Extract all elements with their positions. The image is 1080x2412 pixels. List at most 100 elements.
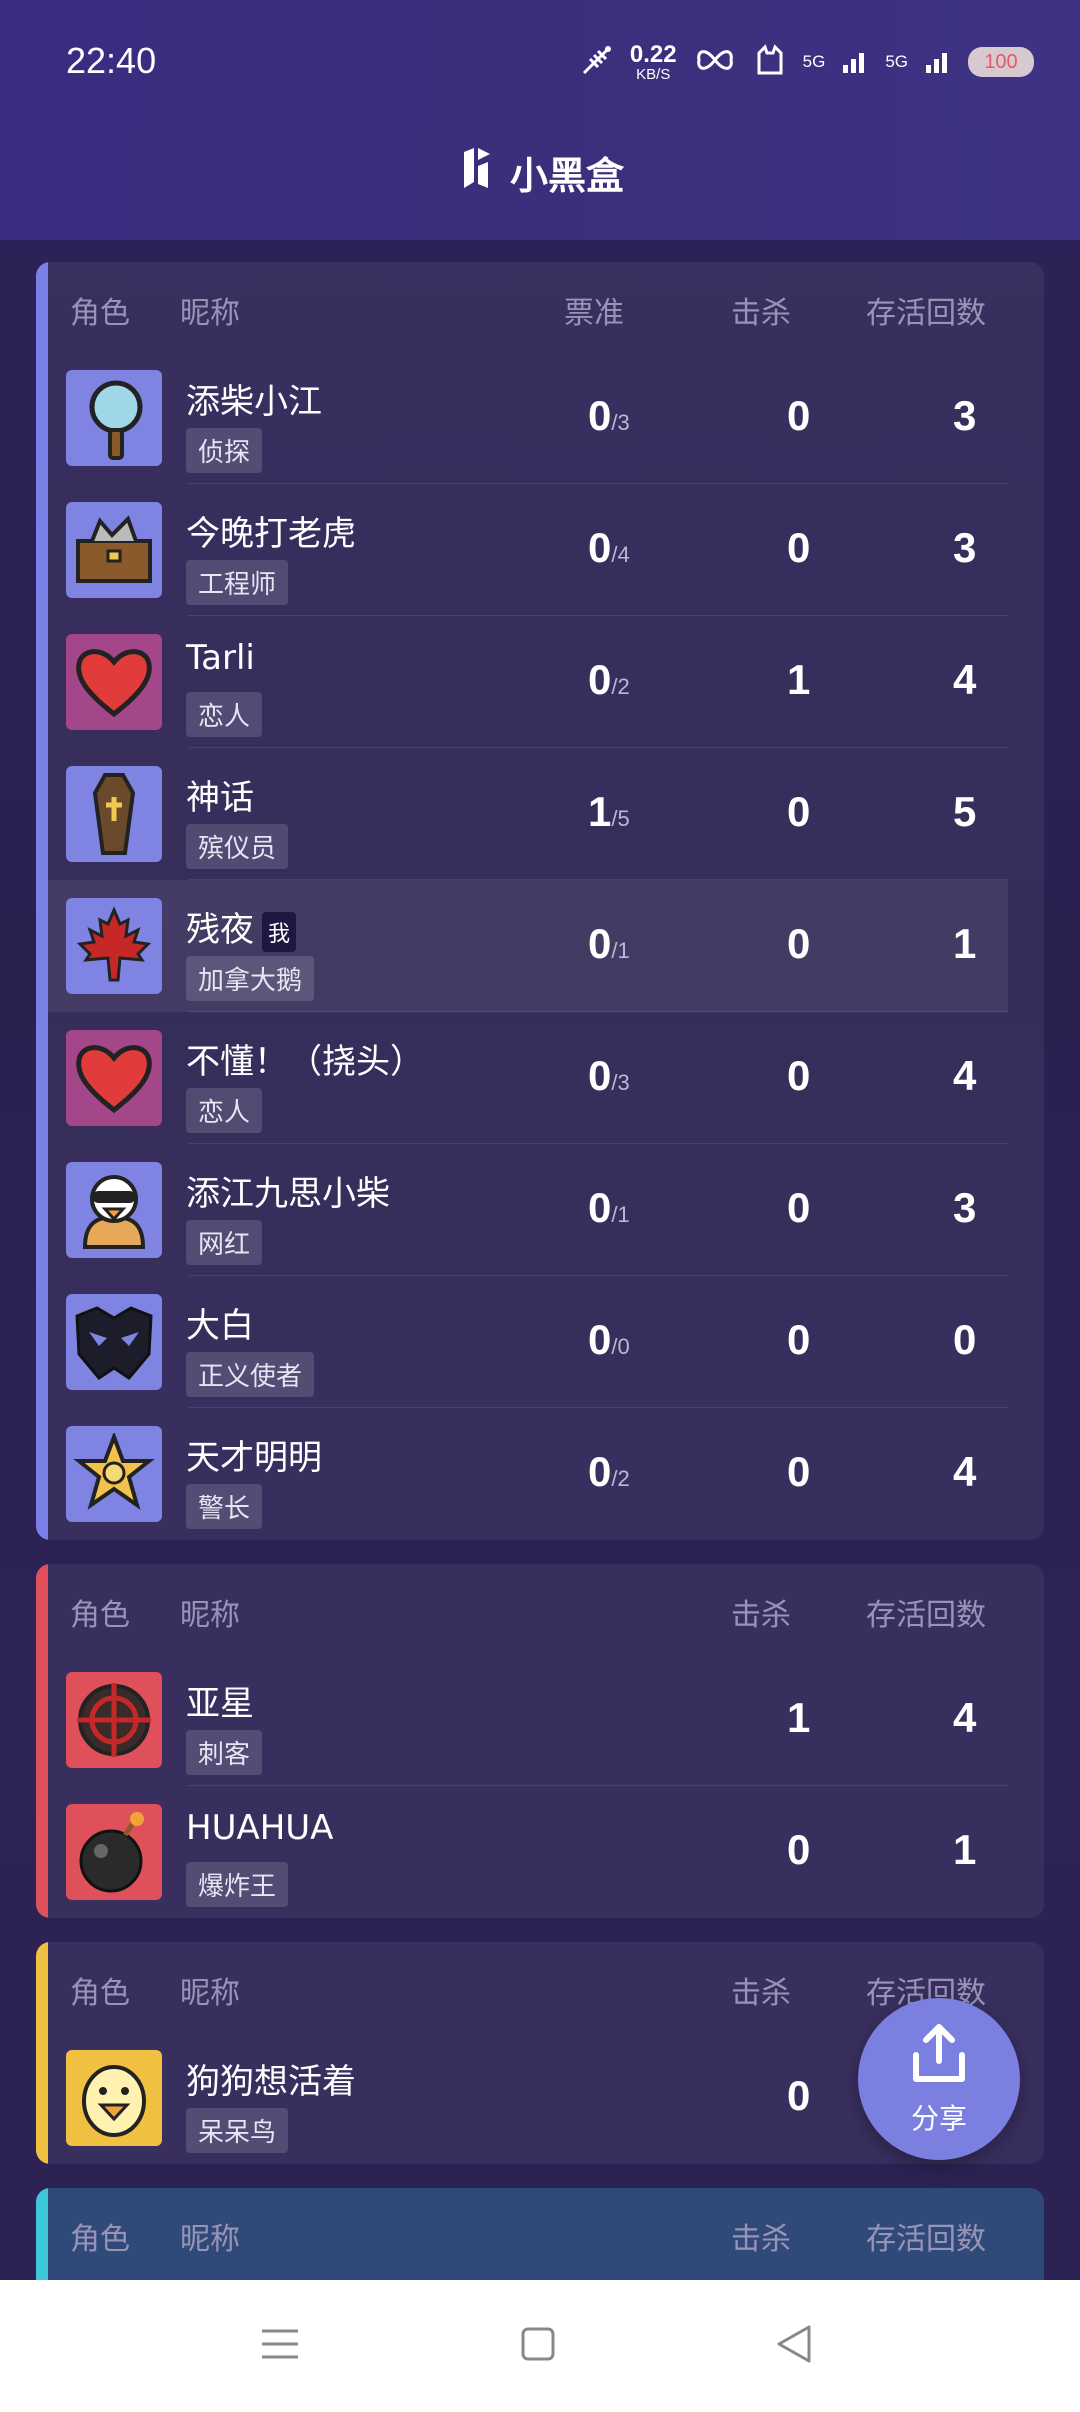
survive-rounds: 4	[953, 656, 977, 703]
player-row[interactable]: HUAHUA 爆炸王 0 1	[48, 1786, 1008, 1918]
maple-leaf-icon	[66, 898, 162, 994]
player-nickname: 今晚打老虎	[186, 514, 356, 554]
col-kill: 击杀	[731, 296, 791, 331]
app-brand: 小黑盒	[0, 145, 1080, 200]
kill-count: 0	[787, 1316, 811, 1363]
survive-rounds: 4	[953, 1694, 977, 1741]
player-row[interactable]: Tarli 恋人 0/2 1 4	[48, 616, 1008, 748]
share-label: 分享	[910, 2102, 967, 2135]
battery-indicator: 100	[968, 47, 1034, 77]
player-row[interactable]: 添柴小江 侦探 0/3 0 3	[48, 352, 1008, 484]
vote-accuracy: 0/4	[588, 524, 630, 571]
fishbone-icon	[580, 43, 614, 81]
home-square-icon	[520, 2326, 556, 2366]
kill-count: 1	[787, 1694, 811, 1741]
player-row[interactable]: 神话 殡仪员 1/5 0 5	[48, 748, 1008, 880]
heart-icon	[66, 634, 162, 730]
kill-count: 0	[787, 392, 811, 439]
player-role: 网红	[186, 1220, 263, 1265]
top-bar: 22:40 0.22 KB/S 5G 5G 100 小黑盒	[0, 0, 1080, 240]
vote-accuracy: 1/5	[588, 788, 630, 835]
back-nav-button[interactable]	[758, 2310, 830, 2382]
survive-rounds: 4	[953, 1052, 977, 1099]
col-role: 角色	[70, 296, 130, 331]
network-speed: 0.22 KB/S	[629, 40, 677, 83]
magnifier-icon	[66, 370, 162, 466]
cat-face-icon	[753, 43, 787, 81]
player-row[interactable]: 添江九思小柴 网红 0/1 0 3	[48, 1144, 1008, 1276]
influencer-goose-icon	[66, 1162, 162, 1258]
heart-icon	[66, 1030, 162, 1126]
col-nickname: 昵称	[180, 296, 240, 331]
player-role: 工程师	[186, 560, 289, 605]
team-accent-stripe	[36, 262, 48, 1540]
toolbox-icon	[66, 502, 162, 598]
column-headers: 角色 昵称 击杀 存活回数	[36, 1564, 1044, 1654]
player-nickname: 狗狗想活着	[186, 2062, 356, 2102]
signal-bars-icon-2	[924, 45, 952, 79]
vote-accuracy: 0/3	[588, 1052, 630, 1099]
col-role: 角色	[70, 1976, 130, 2011]
player-role: 爆炸王	[186, 1862, 289, 1907]
col-role: 角色	[70, 1598, 130, 1633]
crosshair-icon	[66, 1672, 162, 1768]
col-vote: 票准	[564, 296, 624, 331]
player-row[interactable]: 大白 正义使者 0/0 0 0	[48, 1276, 1008, 1408]
share-button[interactable]: 分享	[858, 1998, 1020, 2160]
kill-count: 1	[787, 656, 811, 703]
signal-5g-2: 5G	[885, 52, 908, 71]
player-role: 刺客	[186, 1730, 263, 1775]
vote-accuracy: 0/2	[588, 656, 630, 703]
col-nickname: 昵称	[180, 2222, 240, 2257]
sheriff-star-icon	[66, 1426, 162, 1522]
column-headers: 角色 昵称 票准 击杀 存活回数	[36, 262, 1044, 352]
share-icon	[906, 2021, 972, 2091]
player-nickname: Tarli	[186, 638, 255, 678]
screen: 22:40 0.22 KB/S 5G 5G 100 小黑盒 角色 昵称 票准 击…	[0, 0, 1080, 2412]
signal-5g-1: 5G	[802, 52, 826, 71]
me-badge: 我	[262, 911, 297, 952]
player-nickname: 添柴小江	[186, 382, 322, 422]
col-nickname: 昵称	[180, 1598, 240, 1633]
player-row-me[interactable]: 残夜我 加拿大鹅 0/1 0 1	[48, 880, 1008, 1012]
status-time: 22:40	[66, 40, 157, 81]
col-survive: 存活回数	[866, 296, 986, 331]
player-nickname: 亚星	[186, 1684, 254, 1724]
survive-rounds: 3	[953, 524, 977, 571]
vote-accuracy: 0/2	[588, 1448, 630, 1495]
bomb-icon	[66, 1804, 162, 1900]
menu-nav-button[interactable]	[244, 2310, 316, 2382]
kill-count: 0	[787, 2072, 811, 2119]
kill-count: 0	[787, 1826, 811, 1873]
player-row[interactable]: 不懂！（挠头） 恋人 0/3 0 4	[48, 1012, 1008, 1144]
kill-count: 0	[787, 1184, 811, 1231]
vote-accuracy: 0/1	[588, 1184, 630, 1231]
signal-bars-icon-1	[841, 45, 869, 79]
player-role: 呆呆鸟	[186, 2108, 289, 2153]
team-card-2: 角色 昵称 击杀 存活回数 亚星 刺客 1 4 HUAHUA 爆炸王 0 1	[36, 1564, 1044, 1918]
kill-count: 0	[787, 788, 811, 835]
player-role: 恋人	[186, 692, 263, 737]
kill-count: 0	[787, 1052, 811, 1099]
survive-rounds: 3	[953, 392, 977, 439]
vote-accuracy: 0/0	[588, 1316, 630, 1363]
kill-count: 0	[787, 1448, 811, 1495]
col-survive: 存活回数	[866, 2222, 986, 2257]
home-nav-button[interactable]	[502, 2310, 574, 2382]
player-role: 恋人	[186, 1088, 263, 1133]
team-card-1: 角色 昵称 票准 击杀 存活回数 添柴小江 侦探 0/3 0 3 今晚打老虎 工…	[36, 262, 1044, 1540]
col-nickname: 昵称	[180, 1976, 240, 2011]
mask-icon	[66, 1294, 162, 1390]
logo-icon	[456, 146, 500, 199]
player-nickname: HUAHUA	[186, 1808, 334, 1848]
player-role: 警长	[186, 1484, 263, 1529]
player-row[interactable]: 今晚打老虎 工程师 0/4 0 3	[48, 484, 1008, 616]
player-row[interactable]: 天才明明 警长 0/2 0 4	[48, 1408, 1008, 1540]
player-row[interactable]: 亚星 刺客 1 4	[48, 1654, 1008, 1786]
column-headers: 角色 昵称 击杀 存活回数	[36, 2188, 1044, 2278]
vote-accuracy: 0/3	[588, 392, 630, 439]
player-nickname: 不懂！（挠头）	[186, 1042, 424, 1082]
player-role: 侦探	[186, 428, 263, 473]
col-kill: 击杀	[731, 1976, 791, 2011]
vote-accuracy: 0/1	[588, 920, 630, 967]
